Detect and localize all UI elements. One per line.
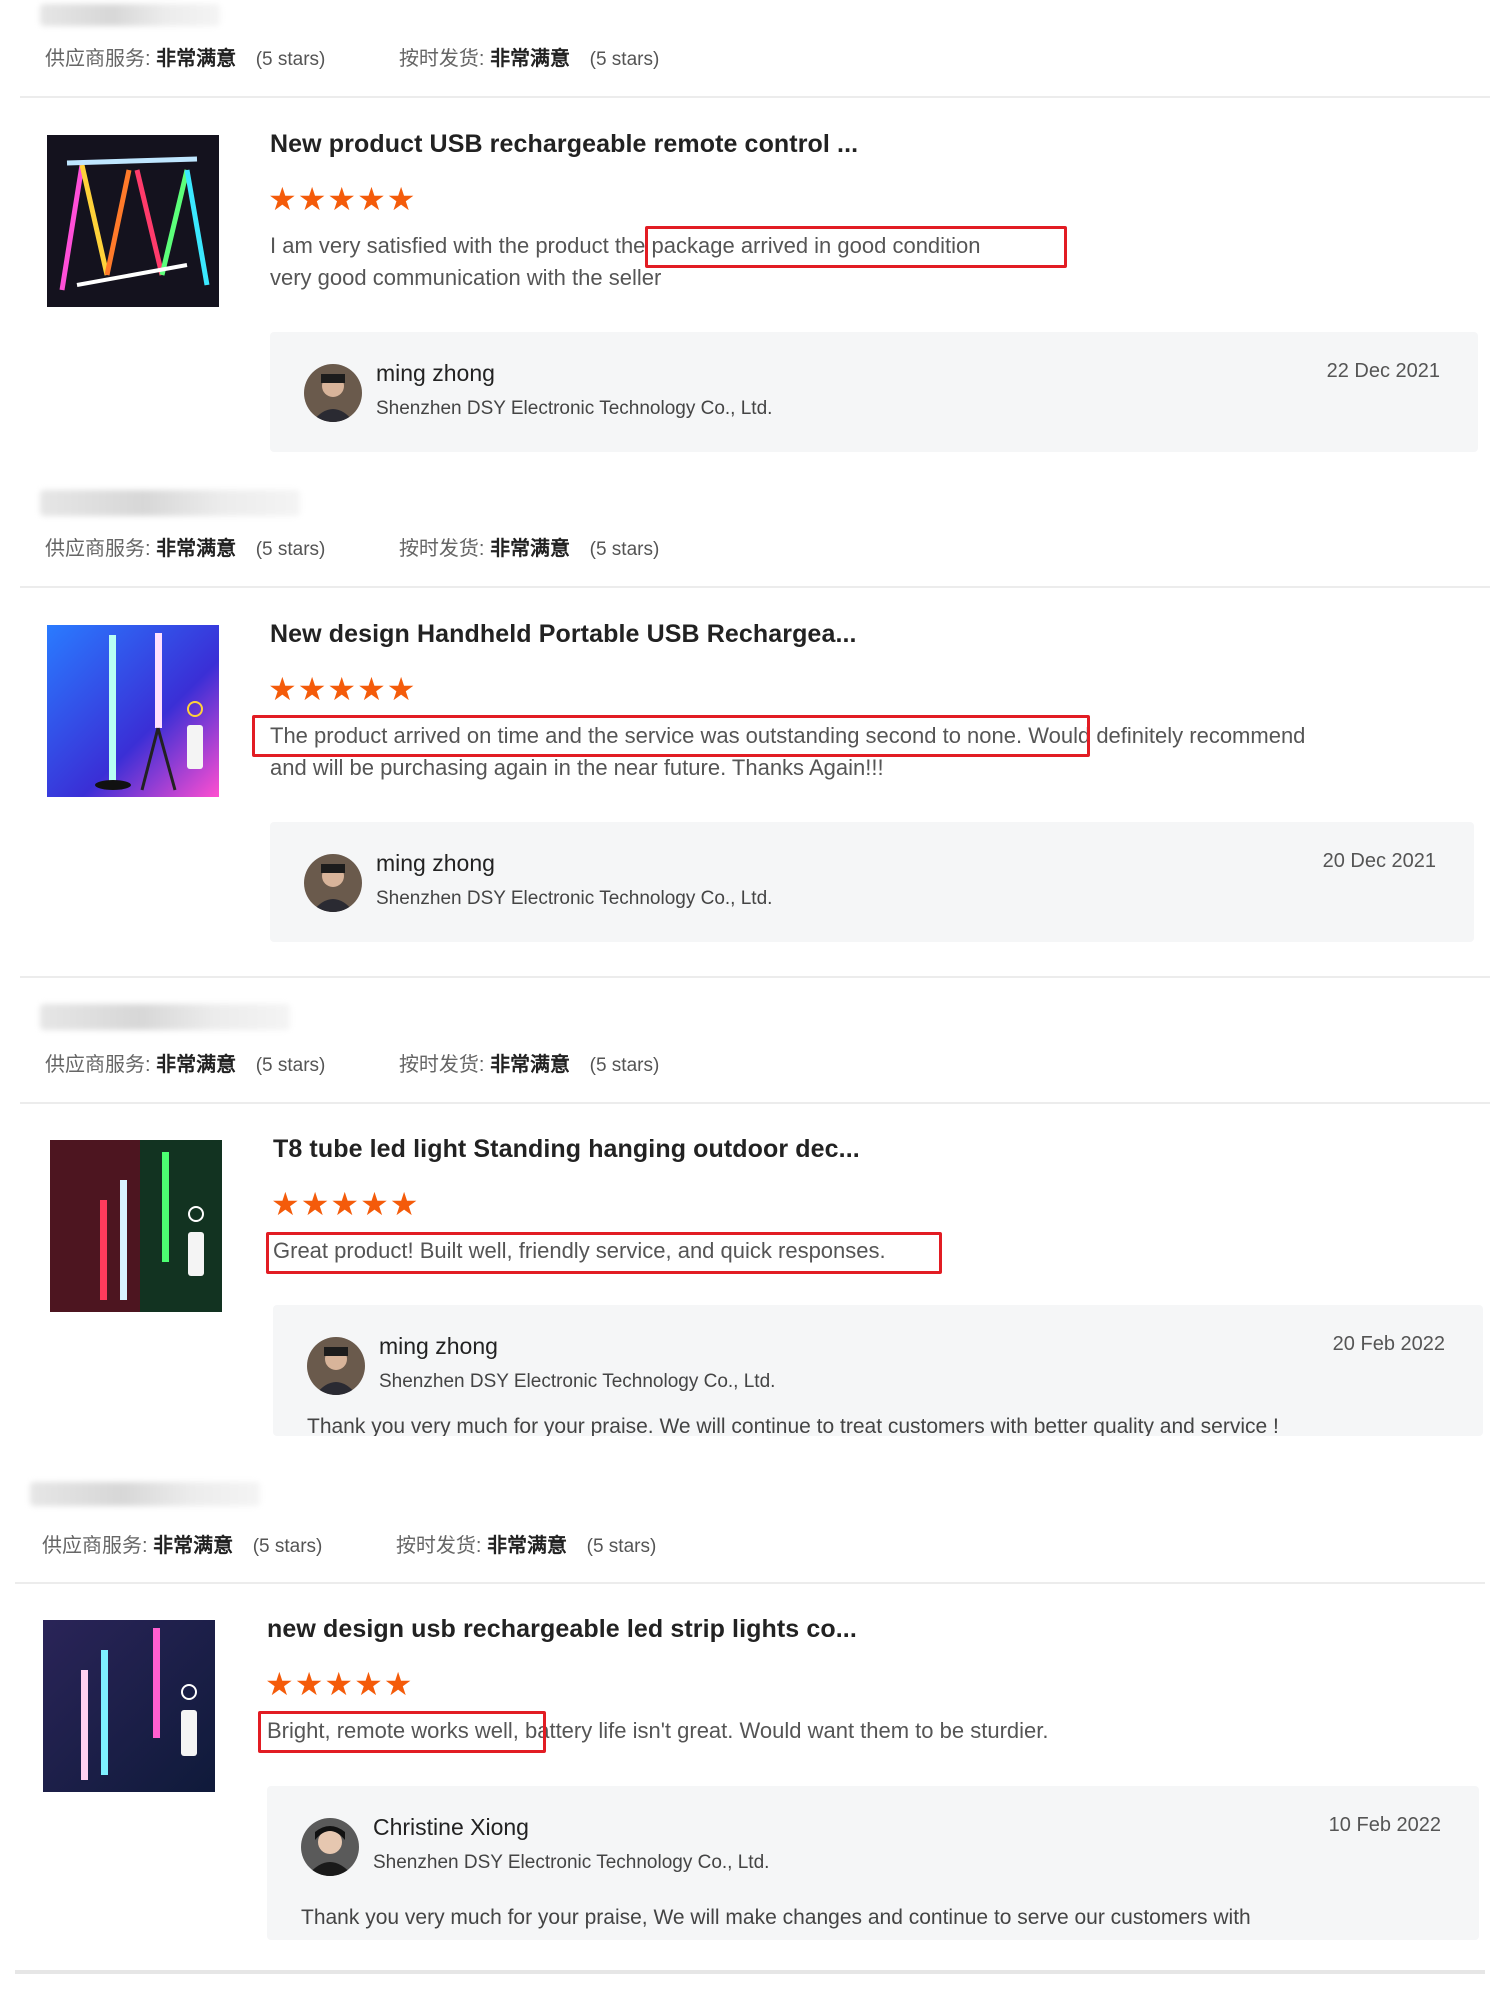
reply-date: 10 Feb 2022 (1328, 1814, 1441, 1836)
supplier-service-value: 非常满意 (153, 1535, 234, 1557)
seller-reply: Christine Xiong Shenzhen DSY Electronic … (267, 1786, 1479, 1940)
reply-company[interactable]: Shenzhen DSY Electronic Technology Co., … (376, 398, 772, 420)
rating-row: 供应商服务: 非常满意 (5 stars) 按时发货: 非常满意 (5 star… (42, 1529, 656, 1558)
reply-date: 20 Feb 2022 (1332, 1333, 1445, 1355)
star-rating: ★★★★★ (268, 181, 417, 217)
product-thumbnail[interactable] (47, 135, 219, 307)
shipment-label: 按时发货: (398, 48, 485, 70)
shipment-label: 按时发货: (395, 1535, 482, 1557)
supplier-service-value: 非常满意 (156, 48, 237, 70)
reply-text: Thank you very much for your praise, We … (301, 1906, 1251, 1929)
blurred-reviewer-name (40, 490, 300, 516)
shipment-value: 非常满意 (490, 1054, 571, 1076)
highlight-box (258, 1711, 546, 1753)
supplier-service-label: 供应商服务: (42, 1535, 148, 1557)
supplier-service-stars: (5 stars) (252, 1536, 323, 1557)
supplier-service-stars: (5 stars) (255, 539, 326, 560)
highlight-box (252, 715, 1090, 757)
supplier-service-label: 供应商服务: (45, 1054, 151, 1076)
star-rating: ★★★★★ (271, 1186, 420, 1222)
avatar (307, 1337, 365, 1395)
divider (20, 96, 1490, 98)
supplier-service-value: 非常满意 (156, 1054, 237, 1076)
shipment-label: 按时发货: (398, 1054, 485, 1076)
divider (20, 976, 1490, 978)
supplier-service-value: 非常满意 (156, 538, 237, 560)
reply-company[interactable]: Shenzhen DSY Electronic Technology Co., … (373, 1852, 769, 1874)
shipment-value: 非常满意 (490, 48, 571, 70)
reply-author-name: Christine Xiong (373, 1814, 529, 1840)
shipment-stars: (5 stars) (589, 539, 660, 560)
avatar (301, 1818, 359, 1876)
divider (20, 1102, 1490, 1104)
seller-reply: ming zhong Shenzhen DSY Electronic Techn… (273, 1305, 1483, 1436)
reply-company[interactable]: Shenzhen DSY Electronic Technology Co., … (379, 1371, 775, 1393)
highlight-box (645, 226, 1067, 268)
product-thumbnail[interactable] (47, 625, 219, 797)
rating-row: 供应商服务: 非常满意 (5 stars) 按时发货: 非常满意 (5 star… (45, 532, 659, 561)
rating-row: 供应商服务: 非常满意 (5 stars) 按时发货: 非常满意 (5 star… (45, 1048, 659, 1077)
review-text-plain: battery life isn't great. Would want the… (524, 1718, 1049, 1743)
reply-author-name: ming zhong (376, 850, 495, 876)
seller-reply: ming zhong Shenzhen DSY Electronic Techn… (270, 822, 1474, 942)
shipment-label: 按时发货: (398, 538, 485, 560)
divider (20, 586, 1490, 588)
divider (15, 1582, 1485, 1584)
shipment-value: 非常满意 (487, 1535, 568, 1557)
highlight-box (266, 1232, 942, 1274)
seller-reply: ming zhong Shenzhen DSY Electronic Techn… (270, 332, 1478, 452)
supplier-service-stars: (5 stars) (255, 1055, 326, 1076)
avatar (304, 854, 362, 912)
supplier-service-stars: (5 stars) (255, 49, 326, 70)
supplier-service-label: 供应商服务: (45, 538, 151, 560)
product-title[interactable]: New design Handheld Portable USB Recharg… (270, 620, 857, 649)
product-thumbnail[interactable] (50, 1140, 222, 1312)
shipment-value: 非常满意 (490, 538, 571, 560)
shipment-stars: (5 stars) (589, 49, 660, 70)
blurred-reviewer-name (40, 4, 220, 26)
reply-author-name: ming zhong (379, 1333, 498, 1359)
shipment-stars: (5 stars) (589, 1055, 660, 1076)
product-title[interactable]: new design usb rechargeable led strip li… (267, 1615, 857, 1644)
reply-author-name: ming zhong (376, 360, 495, 386)
blurred-reviewer-name (40, 1004, 290, 1030)
supplier-service-label: 供应商服务: (45, 48, 151, 70)
avatar (304, 364, 362, 422)
star-rating: ★★★★★ (265, 1666, 414, 1702)
product-thumbnail[interactable] (43, 1620, 215, 1792)
blurred-reviewer-name (30, 1482, 260, 1506)
shipment-stars: (5 stars) (586, 1536, 657, 1557)
reply-date: 22 Dec 2021 (1326, 360, 1440, 382)
rating-row: 供应商服务: 非常满意 (5 stars) 按时发货: 非常满意 (5 star… (45, 42, 659, 71)
product-title[interactable]: T8 tube led light Standing hanging outdo… (273, 1135, 860, 1164)
star-rating: ★★★★★ (268, 671, 417, 707)
product-title[interactable]: New product USB rechargeable remote cont… (270, 130, 858, 159)
reply-company[interactable]: Shenzhen DSY Electronic Technology Co., … (376, 888, 772, 910)
divider (15, 1970, 1485, 1974)
review-text-plain: I am very satisfied with the product (270, 233, 609, 258)
reply-date: 20 Dec 2021 (1322, 850, 1436, 872)
reply-text: Thank you very much for your praise. We … (307, 1415, 1279, 1436)
